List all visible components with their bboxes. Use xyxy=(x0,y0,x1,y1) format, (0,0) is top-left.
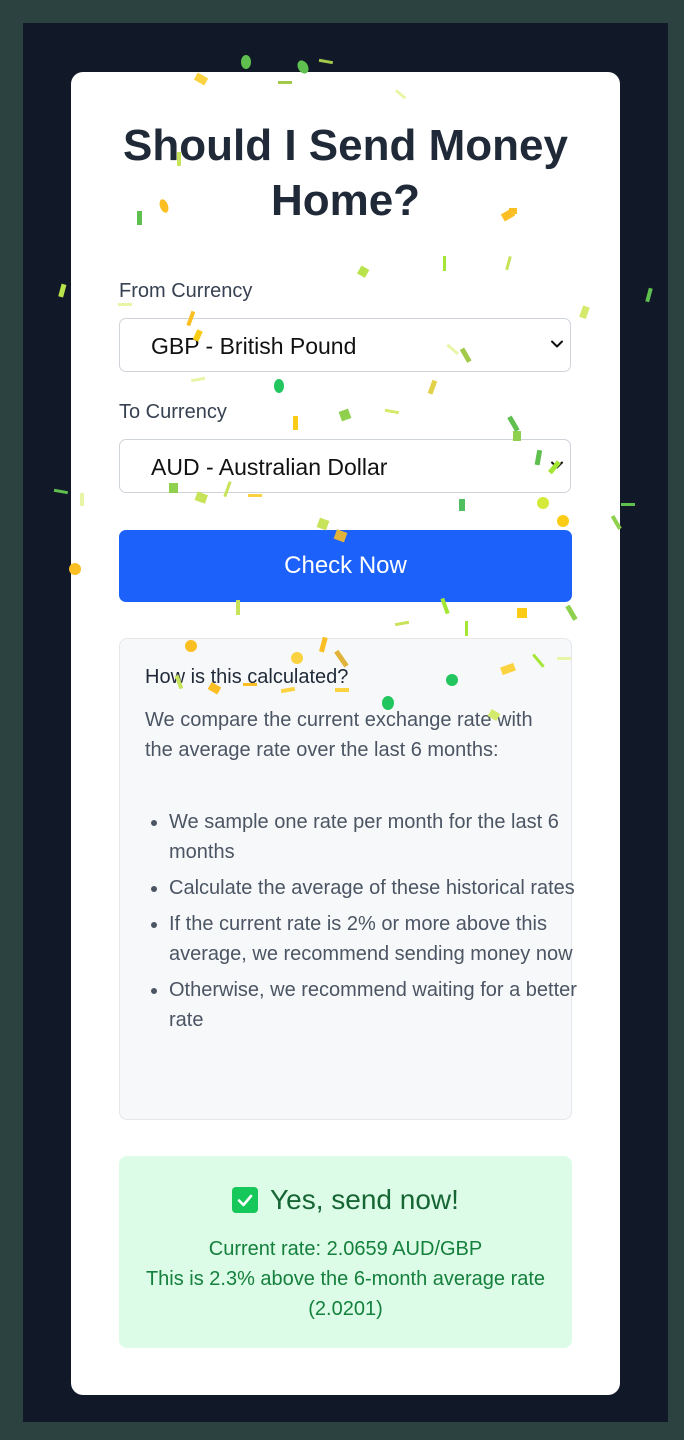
result-headline: Yes, send now! xyxy=(119,1182,572,1218)
info-steps-list: We sample one rate per month for the las… xyxy=(145,807,579,1041)
page-title: Should I Send Money Home? xyxy=(123,121,568,225)
main-card: Should I Send Money Home? From Currency … xyxy=(71,72,620,1395)
calculation-info-panel: How is this calculated? We compare the c… xyxy=(119,638,577,1120)
current-rate-text: Current rate: 2.0659 AUD/GBP xyxy=(208,1238,483,1260)
info-heading: How is this calculated? xyxy=(145,666,349,688)
result-details: Current rate: 2.0659 AUD/GBP This is 2.3… xyxy=(145,1234,546,1324)
list-item: Calculate the average of these historica… xyxy=(169,873,579,903)
list-item: Otherwise, we recommend waiting for a be… xyxy=(169,975,579,1035)
check-box-icon xyxy=(232,1187,259,1213)
chevron-down-icon xyxy=(551,461,563,469)
to-currency-value: AUD - Australian Dollar xyxy=(151,454,388,480)
to-currency-label: To Currency xyxy=(119,401,227,423)
app-viewport: Should I Send Money Home? From Currency … xyxy=(23,23,668,1422)
average-comparison-text: This is 2.3% above the 6-month average r… xyxy=(145,1268,546,1320)
list-item: We sample one rate per month for the las… xyxy=(169,807,579,867)
list-item: If the current rate is 2% or more above … xyxy=(169,909,579,969)
from-currency-label: From Currency xyxy=(119,280,253,302)
from-currency-value: GBP - British Pound xyxy=(151,333,357,359)
check-now-button[interactable]: Check Now xyxy=(119,530,572,602)
from-currency-select[interactable]: GBP - British Pound xyxy=(119,318,571,372)
result-headline-text: Yes, send now! xyxy=(270,1184,459,1215)
result-panel: Yes, send now! Current rate: 2.0659 AUD/… xyxy=(119,1156,572,1348)
info-description: We compare the current exchange rate wit… xyxy=(145,709,533,761)
chevron-down-icon xyxy=(551,340,563,348)
to-currency-select[interactable]: AUD - Australian Dollar xyxy=(119,439,571,493)
